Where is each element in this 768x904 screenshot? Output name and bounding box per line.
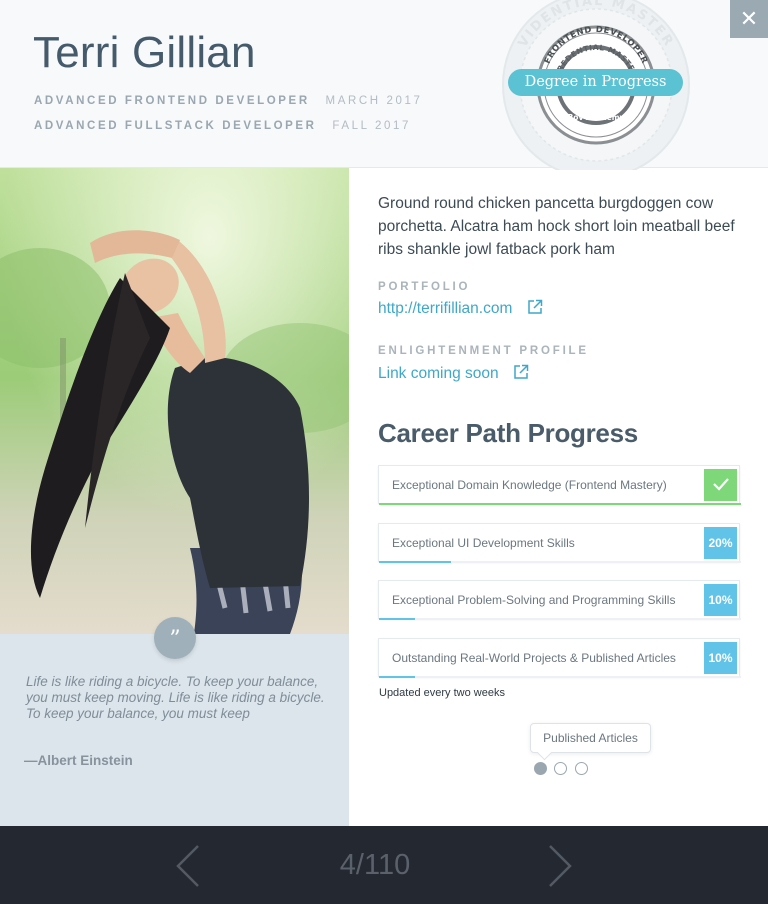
profile-name: Terri Gillian [33,28,256,77]
pagination-bar: 4/110 [0,826,768,904]
degree-date: MARCH 2017 [325,95,423,107]
degree-row: ADVANCED FRONTEND DEVELOPER MARCH 2017 [34,95,422,107]
degree-row: ADVANCED FULLSTACK DEVELOPER FALL 2017 [34,120,411,132]
quote-author: —Albert Einstein [24,753,133,768]
profile-photo [0,168,349,634]
skill-label: Exceptional UI Development Skills [392,536,575,550]
portfolio-heading: PORTFOLIO [378,281,471,293]
external-link-icon[interactable] [513,364,529,380]
quote-icon: ” [154,617,196,659]
enlightenment-link-text[interactable]: Link coming soon [378,365,499,382]
carousel-dot[interactable] [534,762,547,775]
update-frequency-note: Updated every two weeks [379,687,505,699]
skill-track [379,503,741,505]
quote-panel [0,634,349,826]
carousel-dot[interactable] [554,762,567,775]
skill-progress-bar: Exceptional Problem-Solving and Programm… [378,580,741,620]
skill-track [379,618,741,620]
next-arrow-icon[interactable] [544,844,574,888]
skill-progress-bar: Exceptional UI Development Skills 20% [378,523,741,563]
previous-arrow-icon[interactable] [174,844,204,888]
degree-date: FALL 2017 [332,120,411,132]
career-progress-title: Career Path Progress [378,418,638,448]
skill-complete-check-icon [704,469,737,501]
skill-label: Outstanding Real-World Projects & Publis… [392,651,676,665]
skill-fill [379,618,416,620]
page-counter: 4/110 [339,849,411,881]
portfolio-url[interactable]: http://terrifillian.com [378,300,512,317]
degree-title: ADVANCED FRONTEND DEVELOPER [34,95,310,107]
skill-fill [379,503,741,505]
close-button[interactable]: ✕ [730,0,768,38]
skill-fill [379,561,452,563]
skill-fill [379,676,416,678]
skill-label: Exceptional Problem-Solving and Programm… [392,593,676,607]
enlightenment-link[interactable]: Link coming soon [378,364,529,383]
skill-label: Exceptional Domain Knowledge (Frontend M… [392,478,667,492]
enlightenment-heading: ENLIGHTENMENT PROFILE [378,345,589,357]
skill-track [379,561,741,563]
external-link-icon[interactable] [527,299,543,315]
quote-text: Life is like riding a bicycle. To keep y… [26,674,325,721]
close-icon: ✕ [739,6,759,31]
skill-track [379,676,741,678]
degree-status-badge: Degree in Progress [508,69,683,96]
portfolio-link[interactable]: http://terrifillian.com [378,299,543,318]
carousel-dot[interactable] [575,762,588,775]
skill-progress-bar: Outstanding Real-World Projects & Publis… [378,638,741,678]
carousel-tooltip: Published Articles [530,723,651,753]
profile-bio: Ground round chicken pancetta burgdoggen… [378,195,735,258]
profile-header: Terri Gillian ADVANCED FRONTEND DEVELOPE… [0,0,768,170]
skill-progress-bar: Exceptional Domain Knowledge (Frontend M… [378,465,741,505]
skill-percent-badge: 10% [704,584,737,616]
skill-percent-badge: 10% [704,642,737,674]
skill-percent-badge: 20% [704,527,737,559]
degree-title: ADVANCED FULLSTACK DEVELOPER [34,120,317,132]
